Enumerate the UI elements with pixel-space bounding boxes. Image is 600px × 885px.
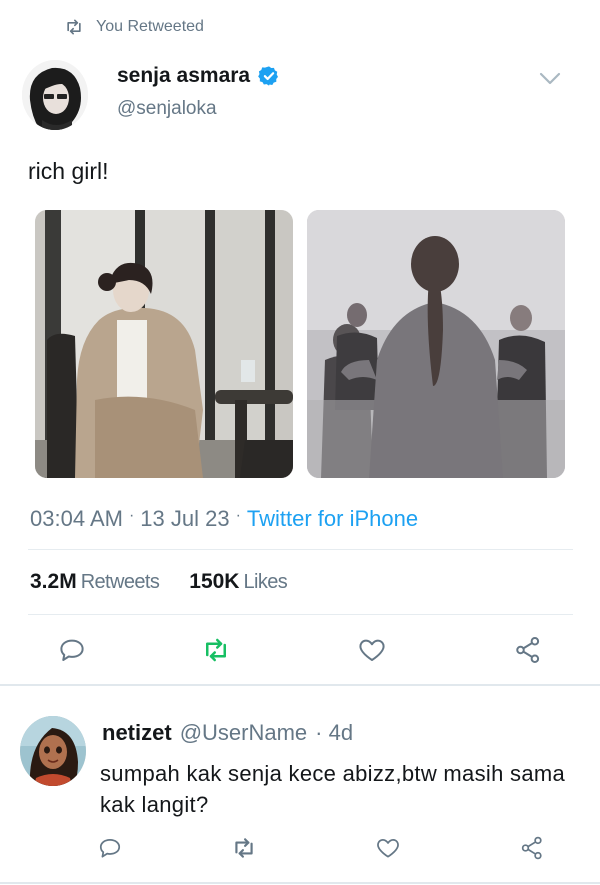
author-handle[interactable]: @senjaloka xyxy=(117,98,217,120)
likes-label: Likes xyxy=(243,571,288,593)
heart-icon xyxy=(377,839,399,858)
retweets-count: 3.2M xyxy=(30,570,77,593)
tweet-date: 13 Jul 23 xyxy=(140,506,230,531)
tweet-text: rich girl! xyxy=(28,158,109,184)
retweets-stat[interactable]: 3.2M Retweets xyxy=(30,570,160,594)
reply-button[interactable] xyxy=(56,634,88,666)
retweet-context-label: You Retweeted xyxy=(96,18,204,35)
likes-stat[interactable]: 150K Likes xyxy=(189,570,288,594)
share-icon xyxy=(516,637,540,663)
tweet-stats: 3.2M Retweets 150K Likes xyxy=(30,570,288,594)
bottom-divider xyxy=(0,882,600,884)
likes-count: 150K xyxy=(189,570,240,593)
section-divider xyxy=(0,684,600,686)
retweet-context: You Retweeted xyxy=(64,16,204,38)
reply-actions xyxy=(0,832,600,864)
reply-retweet-button[interactable] xyxy=(228,832,260,864)
like-button[interactable] xyxy=(356,634,388,666)
author-name-line: senja asmara xyxy=(117,64,280,88)
divider xyxy=(28,614,573,615)
tweet-media xyxy=(35,210,565,478)
heart-icon xyxy=(359,639,385,661)
retweets-label: Retweets xyxy=(80,571,160,593)
tweet-time: 03:04 AM xyxy=(30,506,123,531)
reply-avatar[interactable] xyxy=(20,716,86,786)
reply-share-button[interactable] xyxy=(516,832,548,864)
media-photo-1[interactable] xyxy=(35,210,293,478)
tweet-actions xyxy=(0,630,600,670)
reply-icon xyxy=(99,839,121,858)
share-button[interactable] xyxy=(512,634,544,666)
reply-age: · 4d xyxy=(315,720,354,745)
retweet-button[interactable] xyxy=(200,634,232,666)
tweet-source-link[interactable]: Twitter for iPhone xyxy=(247,506,418,532)
tweet-meta: 03:04 AM · 13 Jul 23 · Twitter for iPhon… xyxy=(30,506,419,532)
reply-like-button[interactable] xyxy=(372,832,404,864)
retweet-icon xyxy=(206,638,226,662)
media-photo-2[interactable] xyxy=(307,210,565,478)
chevron-down-icon[interactable] xyxy=(537,68,563,90)
reply-header: netizet @UserName · 4d xyxy=(102,720,353,746)
verified-badge-icon xyxy=(258,66,279,86)
reply-text: sumpah kak senja kece abizz,btw masih sa… xyxy=(100,761,566,817)
share-icon xyxy=(521,836,542,860)
author-display-name[interactable]: senja asmara xyxy=(117,64,250,88)
reply-handle[interactable]: @UserName xyxy=(180,720,307,746)
retweet-icon xyxy=(235,838,253,858)
reply-reply-button[interactable] xyxy=(94,832,126,864)
retweet-icon xyxy=(67,19,81,35)
divider xyxy=(28,549,573,550)
avatar[interactable] xyxy=(22,60,88,130)
reply-icon xyxy=(60,639,84,661)
reply-display-name[interactable]: netizet xyxy=(102,720,172,746)
